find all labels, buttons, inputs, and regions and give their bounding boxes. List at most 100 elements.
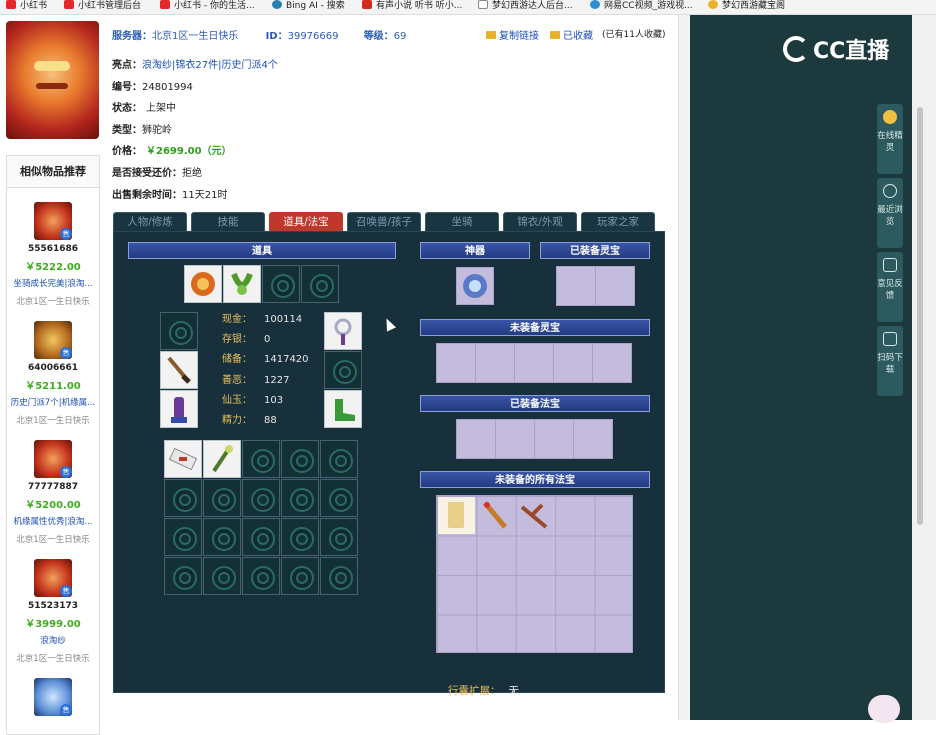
artifact-header: 神器 bbox=[420, 242, 530, 259]
empty-slot[interactable] bbox=[281, 479, 319, 517]
bookmark-xiaohongshu[interactable]: 小红书 bbox=[6, 0, 47, 14]
equipment-slot[interactable] bbox=[160, 351, 198, 389]
empty-slot[interactable] bbox=[320, 479, 358, 517]
equipped-treasure-slot[interactable] bbox=[456, 419, 496, 459]
equipment-slot[interactable] bbox=[223, 265, 261, 303]
favorite-button[interactable]: 已收藏 bbox=[550, 27, 593, 42]
empty-slot[interactable] bbox=[320, 440, 358, 478]
empty-slot[interactable] bbox=[164, 479, 202, 517]
bookmark-bing-ai[interactable]: Bing AI - 搜索 bbox=[272, 0, 345, 14]
empty-slot[interactable] bbox=[242, 479, 280, 517]
similar-item-card[interactable]: 售 77777887 ￥5200.00 机缘属性优秀|浪淘... 北京1区一生日… bbox=[7, 440, 99, 545]
treasure-item[interactable] bbox=[516, 497, 553, 534]
main-content: 服务器：北京1区一生日快乐 ID：39976669 等级：69 复制链接 已收藏… bbox=[104, 15, 678, 720]
unequipped-spirit-header: 未装备灵宝 bbox=[420, 319, 650, 336]
tab-skills[interactable]: 技能 bbox=[191, 212, 265, 231]
brain-app-icon[interactable] bbox=[868, 695, 900, 723]
empty-slot[interactable] bbox=[242, 440, 280, 478]
artifact-slot[interactable] bbox=[456, 267, 494, 305]
bookmark-mhxy-admin[interactable]: 梦幻西游达人后台... bbox=[478, 0, 573, 14]
cc-live-logo[interactable]: CC直播 bbox=[783, 33, 889, 65]
equipment-slot[interactable] bbox=[324, 312, 362, 350]
empty-slot[interactable] bbox=[203, 479, 241, 517]
empty-slot[interactable] bbox=[164, 557, 202, 595]
treasure-item[interactable] bbox=[477, 497, 514, 534]
empty-slot[interactable] bbox=[242, 518, 280, 556]
similar-item-thumbnail[interactable]: 售 bbox=[34, 202, 72, 240]
tab-pets[interactable]: 召唤兽/孩子 bbox=[347, 212, 421, 231]
side-button-download[interactable]: 扫码下载 bbox=[877, 326, 903, 396]
similar-item-card[interactable]: 售 64006661 ￥5211.00 历史门派7个|机缘属... 北京1区一生… bbox=[7, 321, 99, 426]
empty-slot[interactable] bbox=[320, 557, 358, 595]
empty-slot[interactable] bbox=[324, 351, 362, 389]
bag-item-slot[interactable] bbox=[203, 440, 241, 478]
equipped-treasure-slot[interactable] bbox=[534, 419, 574, 459]
similar-item-thumbnail[interactable]: 售 bbox=[34, 321, 72, 359]
empty-slot[interactable] bbox=[164, 518, 202, 556]
similar-item-card[interactable]: 售 55561686 ￥5222.00 坐骑成长完美|浪淘... 北京1区一生日… bbox=[7, 202, 99, 307]
equipment-slot[interactable] bbox=[324, 390, 362, 428]
sell-badge: 售 bbox=[60, 228, 72, 240]
unequipped-spirit-slot[interactable] bbox=[592, 343, 632, 383]
equipped-treasure-slot[interactable] bbox=[495, 419, 535, 459]
staff-item-icon bbox=[212, 445, 233, 473]
empty-slot[interactable] bbox=[281, 557, 319, 595]
scrollbar-thumb[interactable] bbox=[917, 107, 923, 525]
tab-items[interactable]: 道具/法宝 bbox=[269, 212, 343, 231]
empty-slot[interactable] bbox=[281, 440, 319, 478]
unequipped-spirit-slot[interactable] bbox=[436, 343, 476, 383]
bookmark-cc-video[interactable]: 网易CC视频_游戏视... bbox=[590, 0, 693, 14]
tab-mounts[interactable]: 坐骑 bbox=[425, 212, 499, 231]
similar-item-thumbnail[interactable]: 售 bbox=[34, 440, 72, 478]
tab-character[interactable]: 人物/修炼 bbox=[113, 212, 187, 231]
content-scrollbar[interactable] bbox=[678, 15, 690, 720]
unequipped-spirit-slot[interactable] bbox=[514, 343, 554, 383]
artifact-icon bbox=[463, 274, 487, 298]
similar-item-card[interactable]: 售 bbox=[7, 678, 99, 716]
qrcode-icon bbox=[883, 332, 897, 346]
copy-link-button[interactable]: 复制链接 bbox=[486, 27, 539, 42]
equipped-spirit-slot[interactable] bbox=[556, 266, 596, 306]
similar-item-thumbnail[interactable]: 售 bbox=[34, 678, 72, 716]
helmet-icon bbox=[191, 272, 215, 296]
similar-item-desc[interactable]: 机缘属性优秀|浪淘... bbox=[7, 515, 99, 527]
bookmark-treasure-pavilion[interactable]: 梦幻西游藏宝阁 bbox=[708, 0, 785, 14]
equipment-slot[interactable] bbox=[184, 265, 222, 303]
empty-slot[interactable] bbox=[203, 518, 241, 556]
empty-slot[interactable] bbox=[262, 265, 300, 303]
empty-slot[interactable] bbox=[320, 518, 358, 556]
similar-item-id: 64006661 bbox=[27, 363, 79, 373]
empty-slot[interactable] bbox=[203, 557, 241, 595]
side-button-feedback[interactable]: 意见反馈 bbox=[877, 252, 903, 322]
similar-item-thumbnail[interactable]: 售 bbox=[34, 559, 72, 597]
equipment-slot[interactable] bbox=[160, 390, 198, 428]
empty-slot[interactable] bbox=[281, 518, 319, 556]
page-scrollbar[interactable] bbox=[912, 15, 936, 720]
empty-slot[interactable] bbox=[160, 312, 198, 350]
ring-icon bbox=[334, 318, 352, 345]
highlight-tag[interactable]: 锦衣27件 bbox=[175, 60, 218, 71]
highlight-tag[interactable]: 浪淘纱 bbox=[142, 60, 172, 71]
bookmark-audiobook[interactable]: 有声小说 听书 听小... bbox=[362, 0, 462, 14]
highlight-tag[interactable]: 历史门派4个 bbox=[221, 60, 277, 71]
similar-item-desc[interactable]: 历史门派7个|机缘属... bbox=[7, 396, 99, 408]
unequipped-spirit-slot[interactable] bbox=[553, 343, 593, 383]
treasure-item[interactable] bbox=[438, 497, 475, 534]
side-button-recent[interactable]: 最近浏览 bbox=[877, 178, 903, 248]
bookmark-xiaohongshu-life[interactable]: 小红书 - 你的生活... bbox=[160, 0, 255, 14]
number-row: 编号：24801994 bbox=[112, 81, 193, 93]
unequipped-spirit-slot[interactable] bbox=[475, 343, 515, 383]
side-button-assistant[interactable]: 在线精灵 bbox=[877, 104, 903, 174]
favorite-count: (已有11人收藏) bbox=[602, 30, 666, 40]
similar-item-desc[interactable]: 坐骑成长完美|浪淘... bbox=[7, 277, 99, 289]
bookmark-xiaohongshu-admin[interactable]: 小红书管理后台 bbox=[64, 0, 141, 14]
tab-outfits[interactable]: 锦衣/外观 bbox=[503, 212, 577, 231]
similar-item-desc[interactable]: 浪淘纱 bbox=[7, 634, 99, 646]
equipped-treasure-slot[interactable] bbox=[573, 419, 613, 459]
empty-slot[interactable] bbox=[301, 265, 339, 303]
empty-slot[interactable] bbox=[242, 557, 280, 595]
bag-item-slot[interactable] bbox=[164, 440, 202, 478]
tab-player-home[interactable]: 玩家之家 bbox=[581, 212, 655, 231]
similar-item-card[interactable]: 售 51523173 ￥3999.00 浪淘纱 北京1区一生日快乐 bbox=[7, 559, 99, 664]
equipped-spirit-slot[interactable] bbox=[595, 266, 635, 306]
